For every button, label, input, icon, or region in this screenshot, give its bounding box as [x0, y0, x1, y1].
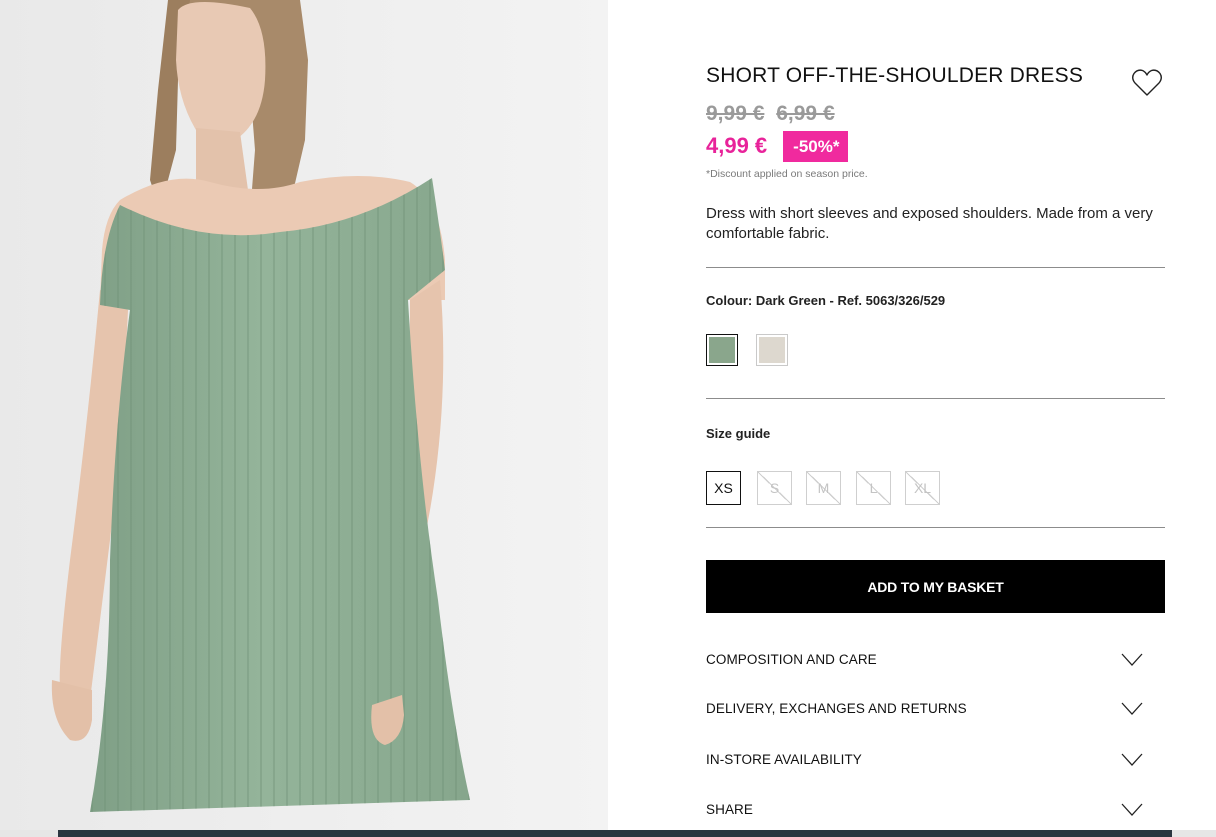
- colour-label: Colour: Dark Green - Ref. 5063/326/529: [706, 293, 946, 308]
- add-to-basket-button[interactable]: ADD TO MY BASKET: [706, 560, 1165, 613]
- colour-swatch-beige[interactable]: [756, 334, 788, 366]
- old-price-season: 6,99 €: [776, 102, 835, 125]
- chevron-down-icon: [1121, 803, 1143, 816]
- model-photo: [0, 0, 608, 830]
- product-page: SHORT OFF-THE-SHOULDER DRESS 9,99 € 6,99…: [0, 0, 1216, 837]
- size-option-xs[interactable]: XS: [706, 471, 741, 505]
- accordion-label: IN-STORE AVAILABILITY: [706, 752, 862, 767]
- accordion-label: DELIVERY, EXCHANGES AND RETURNS: [706, 701, 967, 716]
- size-option-m[interactable]: M: [806, 471, 841, 505]
- swatch-fill: [709, 337, 735, 363]
- chevron-down-icon: [1121, 702, 1143, 715]
- old-prices: 9,99 € 6,99 €: [706, 102, 841, 126]
- current-price: 4,99 €: [706, 133, 768, 158]
- chevron-down-icon: [1121, 653, 1143, 666]
- price-row: 4,99 € -50%*: [706, 130, 849, 162]
- size-option-s[interactable]: S: [757, 471, 792, 505]
- product-title: SHORT OFF-THE-SHOULDER DRESS: [706, 64, 1084, 87]
- wishlist-button[interactable]: [1130, 66, 1164, 100]
- divider: [706, 398, 1165, 399]
- bottom-bar: [58, 830, 1172, 837]
- accordion-share[interactable]: SHARE: [706, 795, 1165, 825]
- size-option-xl[interactable]: XL: [905, 471, 940, 505]
- product-description: Dress with short sleeves and exposed sho…: [706, 205, 1153, 242]
- accordion-composition-and-care[interactable]: COMPOSITION AND CARE: [706, 645, 1165, 675]
- bottom-bar-right: [1172, 830, 1216, 837]
- accordion-in-store-availability[interactable]: IN-STORE AVAILABILITY: [706, 745, 1165, 775]
- bottom-bar-left: [0, 830, 58, 837]
- swatch-fill: [759, 337, 785, 363]
- product-image[interactable]: [0, 0, 608, 830]
- product-info-panel: SHORT OFF-THE-SHOULDER DRESS 9,99 € 6,99…: [706, 0, 1165, 837]
- discount-note: *Discount applied on season price.: [706, 168, 868, 180]
- discount-badge: -50%*: [783, 130, 849, 162]
- divider: [706, 267, 1165, 268]
- accordion-delivery-exchanges-returns[interactable]: DELIVERY, EXCHANGES AND RETURNS: [706, 694, 1165, 724]
- divider: [706, 527, 1165, 528]
- accordion-label: COMPOSITION AND CARE: [706, 652, 877, 667]
- accordion-label: SHARE: [706, 802, 754, 817]
- chevron-down-icon: [1121, 753, 1143, 766]
- colour-swatch-dark-green[interactable]: [706, 334, 738, 366]
- heart-icon: [1132, 69, 1162, 96]
- old-price-original: 9,99 €: [706, 102, 765, 125]
- size-option-l[interactable]: L: [856, 471, 891, 505]
- size-guide-link[interactable]: Size guide: [706, 426, 770, 441]
